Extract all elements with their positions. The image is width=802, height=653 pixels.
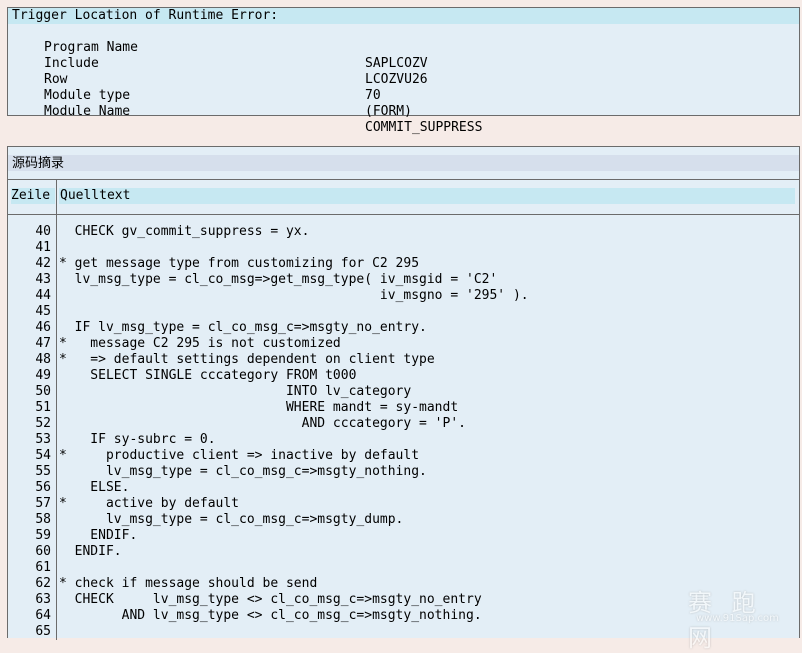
code-text: lv_msg_type = cl_co_msg=>get_msg_type( i… <box>59 272 498 287</box>
code-line: 51 WHERE mandt = sy-mandt <box>8 400 799 416</box>
line-number: 57 <box>35 496 51 511</box>
code-text: INTO lv_category <box>59 384 412 399</box>
line-number: 60 <box>35 544 51 559</box>
line-number: 46 <box>35 320 51 335</box>
code-line: 46 IF lv_msg_type = cl_co_msg_c=>msgty_n… <box>8 320 799 336</box>
line-number: 40 <box>35 224 51 239</box>
info-row-module-type: Module type (FORM) <box>8 72 799 119</box>
line-number: 59 <box>35 528 51 543</box>
line-number: 53 <box>35 432 51 447</box>
code-text: IF lv_msg_type = cl_co_msg_c=>msgty_no_e… <box>59 320 427 335</box>
info-label: Module Name <box>44 104 131 119</box>
code-text: AND cccategory = 'P'. <box>59 416 466 431</box>
code-line: 58 lv_msg_type = cl_co_msg_c=>msgty_dump… <box>8 512 799 528</box>
code-line: 56 ELSE. <box>8 480 799 496</box>
line-number: 56 <box>35 480 51 495</box>
code-line: 61 <box>8 560 799 576</box>
line-number: 49 <box>35 368 51 383</box>
code-text: iv_msgno = '295' ). <box>59 288 529 303</box>
code-line: 57 * active by default <box>8 496 799 512</box>
line-number: 63 <box>35 592 51 607</box>
code-text: * get message type from customizing for … <box>59 256 420 271</box>
line-number: 51 <box>35 400 51 415</box>
source-extract-panel: 源码摘录 Zeile Quelltext 40 CHECK gv_commit_… <box>7 146 800 640</box>
line-number: 54 <box>35 448 51 463</box>
code-line: 49 SELECT SINGLE cccategory FROM t000 <box>8 368 799 384</box>
line-number: 43 <box>35 272 51 287</box>
code-line: 60 ENDIF. <box>8 544 799 560</box>
code-text: CHECK gv_commit_suppress = yx. <box>59 224 310 239</box>
info-row-module-name: Module Name COMMIT_SUPPRESS <box>8 88 799 135</box>
info-row-program-name: Program Name SAPLCOZV <box>8 24 799 71</box>
code-line: 45 <box>8 304 799 320</box>
code-line: 50 INTO lv_category <box>8 384 799 400</box>
code-line: 59 ENDIF. <box>8 528 799 544</box>
code-line: 44 iv_msgno = '295' ). <box>8 288 799 304</box>
code-text: * productive client => inactive by defau… <box>59 448 420 463</box>
line-number: 58 <box>35 512 51 527</box>
code-line: 55 lv_msg_type = cl_co_msg_c=>msgty_noth… <box>8 464 799 480</box>
source-extract-title: 源码摘录 <box>12 156 65 171</box>
code-text: * check if message should be send <box>59 576 318 591</box>
info-value: (FORM) <box>365 104 412 119</box>
code-line: 43 lv_msg_type = cl_co_msg=>get_msg_type… <box>8 272 799 288</box>
code-text: AND lv_msg_type <> cl_co_msg_c=>msgty_no… <box>59 608 482 623</box>
line-number: 48 <box>35 352 51 367</box>
code-text: * message C2 295 is not customized <box>59 336 341 351</box>
code-line: 53 IF sy-subrc = 0. <box>8 432 799 448</box>
line-number: 52 <box>35 416 51 431</box>
line-number: 64 <box>35 608 51 623</box>
code-line: 41 <box>8 240 799 256</box>
code-text: IF sy-subrc = 0. <box>59 432 216 447</box>
info-row-include: Include LCOZVU26 <box>8 40 799 87</box>
code-text: ELSE. <box>59 480 130 495</box>
line-number: 41 <box>35 240 51 255</box>
error-location-header: Trigger Location of Runtime Error: <box>8 8 799 24</box>
line-number: 61 <box>35 560 51 575</box>
line-number: 55 <box>35 464 51 479</box>
line-number: 50 <box>35 384 51 399</box>
code-text: * active by default <box>59 496 240 511</box>
line-number: 62 <box>35 576 51 591</box>
source-column-header: Zeile Quelltext <box>8 180 799 215</box>
code-text: CHECK lv_msg_type <> cl_co_msg_c=>msgty_… <box>59 592 482 607</box>
error-location-panel: Trigger Location of Runtime Error: Progr… <box>7 7 800 135</box>
column-header-line: Zeile <box>11 188 55 204</box>
code-line: 40 CHECK gv_commit_suppress = yx. <box>8 224 799 240</box>
code-line: 48 * => default settings dependent on cli… <box>8 352 799 368</box>
info-row-row: Row 70 <box>8 56 799 103</box>
code-text: ENDIF. <box>59 528 138 543</box>
line-number: 44 <box>35 288 51 303</box>
watermark-url: www.91Sap.com <box>696 613 779 624</box>
line-number: 42 <box>35 256 51 271</box>
code-text: * => default settings dependent on clien… <box>59 352 435 367</box>
code-text: ENDIF. <box>59 544 122 559</box>
source-code-listing: 40 CHECK gv_commit_suppress = yx. 41 42 * g… <box>8 215 799 640</box>
column-header-source: Quelltext <box>59 188 795 204</box>
line-number: 47 <box>35 336 51 351</box>
source-extract-title-row: 源码摘录 <box>8 147 799 180</box>
code-text: lv_msg_type = cl_co_msg_c=>msgty_dump. <box>59 512 404 527</box>
line-number: 65 <box>35 624 51 639</box>
code-line: 54 * productive client => inactive by def… <box>8 448 799 464</box>
code-text: lv_msg_type = cl_co_msg_c=>msgty_nothing… <box>59 464 427 479</box>
code-line: 52 AND cccategory = 'P'. <box>8 416 799 432</box>
code-text: WHERE mandt = sy-mandt <box>59 400 459 415</box>
line-number: 45 <box>35 304 51 319</box>
info-value: COMMIT_SUPPRESS <box>365 120 483 135</box>
code-line: 42 * get message type from customizing fo… <box>8 256 799 272</box>
code-text: SELECT SINGLE cccategory FROM t000 <box>59 368 357 383</box>
watermark: 赛 跑 网 www.91Sap.com <box>648 583 788 652</box>
code-line: 47 * message C2 295 is not customized <box>8 336 799 352</box>
